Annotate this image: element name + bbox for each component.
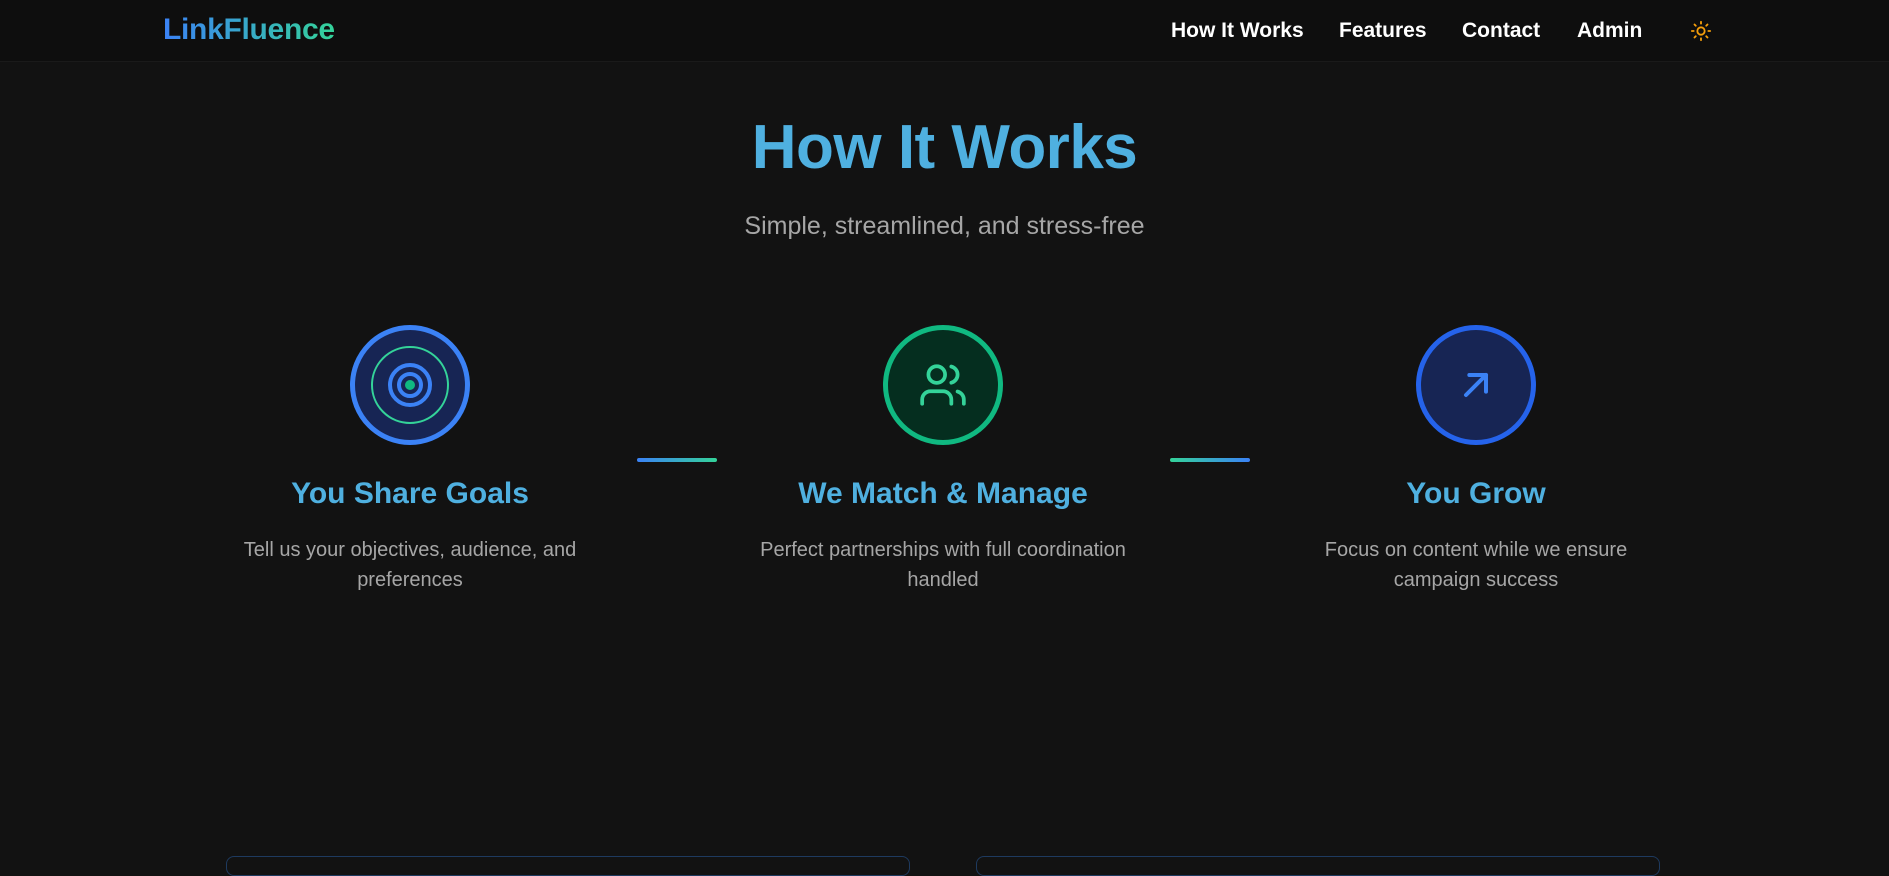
nav-link-admin[interactable]: Admin	[1577, 19, 1642, 43]
nav-link-contact[interactable]: Contact	[1462, 19, 1540, 43]
sun-icon	[1690, 20, 1712, 42]
step-title: You Share Goals	[291, 477, 529, 510]
section-subtitle: Simple, streamlined, and stress-free	[744, 212, 1145, 240]
feature-card-partial	[226, 856, 910, 876]
arrow-up-right-icon	[1464, 373, 1488, 397]
step-description: Focus on content while we ensure campaig…	[1324, 539, 1628, 591]
step-you-grow: You Grow Focus on content while we ensur…	[1266, 325, 1686, 595]
step-title: You Grow	[1406, 477, 1546, 510]
step-description: Tell us your objectives, audience, and p…	[243, 539, 577, 591]
step-icon-badge	[883, 325, 1003, 445]
nav-link-features[interactable]: Features	[1339, 19, 1427, 43]
theme-toggle-button[interactable]	[1690, 20, 1712, 42]
step-share-goals: You Share Goals Tell us your objectives,…	[200, 325, 620, 595]
nav-links: How It Works Features Contact Admin	[0, 0, 1889, 62]
feature-card-partial	[976, 856, 1660, 876]
step-title: We Match & Manage	[798, 477, 1088, 510]
step-icon-badge	[1416, 325, 1536, 445]
top-navbar: LinkFluence How It Works Features Contac…	[0, 0, 1889, 62]
step-icon-badge	[350, 325, 470, 445]
step-connector	[637, 458, 717, 462]
nav-link-how-it-works[interactable]: How It Works	[1171, 19, 1304, 43]
users-icon	[920, 364, 966, 406]
section-title: How It Works	[751, 113, 1138, 182]
target-icon	[371, 346, 449, 424]
step-connector	[1170, 458, 1250, 462]
step-match-manage: We Match & Manage Perfect partnerships w…	[733, 325, 1153, 595]
step-description: Perfect partnerships with full coordinat…	[760, 539, 1126, 591]
